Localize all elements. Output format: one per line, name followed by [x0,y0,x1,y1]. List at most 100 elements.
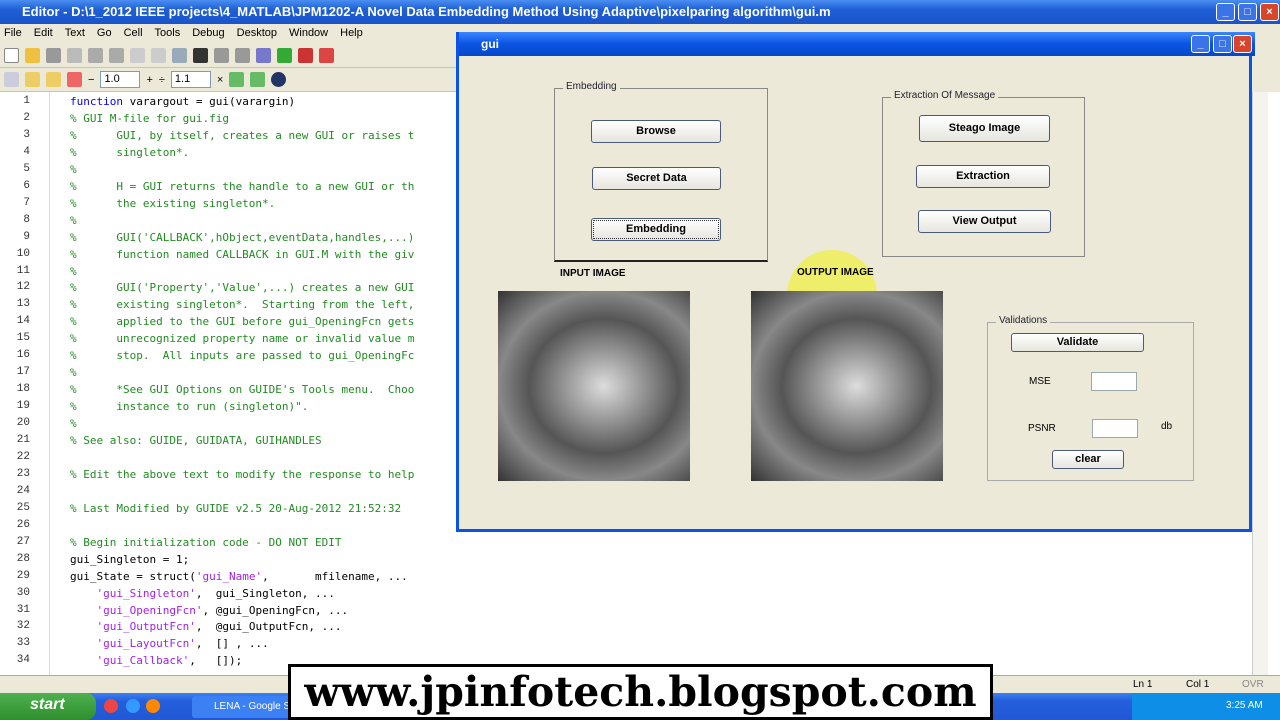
run-icon[interactable] [277,48,292,63]
forward-icon[interactable] [235,48,250,63]
breakpoint-icon[interactable] [298,48,313,63]
increment-button[interactable]: + [146,74,152,86]
line-number: 14 [16,315,30,328]
firefox-icon[interactable] [146,699,160,713]
code-line[interactable]: gui_Singleton = 1; [70,553,189,566]
divide-button[interactable]: ÷ [159,74,165,86]
menu-text[interactable]: Text [65,27,85,39]
find-icon[interactable] [193,48,208,63]
menu-go[interactable]: Go [97,27,112,39]
menu-debug[interactable]: Debug [192,27,224,39]
uncomment-icon[interactable] [250,72,266,87]
start-button[interactable]: start [0,693,96,720]
minimize-button[interactable]: _ [1216,3,1235,21]
mse-field[interactable] [1091,372,1137,391]
new-file-icon[interactable] [4,48,19,63]
menu-tools[interactable]: Tools [155,27,181,39]
cut-icon[interactable] [67,48,82,63]
column-indicator: Col 1 [1186,679,1210,690]
code-line[interactable]: % the existing singleton*. [70,197,275,210]
psnr-field[interactable] [1092,419,1138,438]
browse-button[interactable]: Browse [591,120,721,143]
cell-mode-icon[interactable] [4,72,19,87]
copy-icon[interactable] [88,48,103,63]
code-line[interactable]: % [70,366,77,379]
code-line[interactable]: % Begin initialization code - DO NOT EDI… [70,536,342,549]
secret-data-button[interactable]: Secret Data [592,167,721,190]
close-button[interactable]: × [1260,3,1279,21]
code-line[interactable]: % singleton*. [70,146,189,159]
stego-image-button[interactable]: Steago Image [919,115,1050,142]
code-line[interactable]: 'gui_Singleton', gui_Singleton, ... [70,587,335,600]
code-line[interactable]: % applied to the GUI before gui_OpeningF… [70,315,414,328]
menu-file[interactable]: File [4,27,22,39]
eval-cell-icon[interactable] [46,72,61,87]
overwrite-indicator: OVR [1242,679,1264,690]
code-line[interactable]: 'gui_OpeningFcn', @gui_OpeningFcn, ... [70,604,349,617]
code-line[interactable]: % See also: GUIDE, GUIDATA, GUIHANDLES [70,434,322,447]
function-icon[interactable] [256,48,271,63]
line-number: 33 [16,637,30,650]
code-line[interactable]: % GUI('CALLBACK',hObject,eventData,handl… [70,231,414,244]
line-number: 2 [23,111,30,124]
decrement-button[interactable]: − [88,74,94,86]
menu-desktop[interactable]: Desktop [237,27,277,39]
clear-button[interactable]: clear [1052,450,1124,469]
ie-icon[interactable] [126,699,140,713]
open-folder-icon[interactable] [25,48,40,63]
info-icon[interactable] [271,72,287,87]
code-line[interactable]: % Last Modified by GUIDE v2.5 20-Aug-201… [70,502,401,515]
extraction-button[interactable]: Extraction [916,165,1050,188]
line-number: 9 [23,230,30,243]
gui-minimize-button[interactable]: _ [1191,35,1210,53]
code-line[interactable]: % instance to run (singleton)". [70,400,308,413]
paste-icon[interactable] [109,48,124,63]
code-line[interactable]: % GUI M-file for gui.fig [70,112,229,125]
code-line[interactable]: function varargout = gui(varargin) [70,95,295,108]
gui-close-button[interactable]: × [1233,35,1252,53]
code-line[interactable]: % unrecognized property name or invalid … [70,332,414,345]
code-line[interactable]: % Edit the above text to modify the resp… [70,468,414,481]
code-line[interactable]: 'gui_LayoutFcn', [] , ... [70,637,269,650]
code-line[interactable]: % GUI('Property','Value',...) creates a … [70,281,414,294]
line-number: 1 [23,95,30,107]
clear-breakpoints-icon[interactable] [319,48,334,63]
line-number: 7 [23,196,30,209]
comment-icon[interactable] [229,72,245,87]
chrome-icon[interactable] [104,699,118,713]
print-icon[interactable] [172,48,187,63]
code-line[interactable]: % [70,214,77,227]
menu-cell[interactable]: Cell [124,27,143,39]
eval-advance-icon[interactable] [67,72,82,87]
insert-cell-icon[interactable] [25,72,40,87]
save-icon[interactable] [46,48,61,63]
menu-edit[interactable]: Edit [34,27,53,39]
code-line[interactable]: 'gui_Callback', []); [70,654,243,667]
divide-value-input[interactable]: 1.1 [170,71,211,88]
code-line[interactable]: gui_State = struct('gui_Name', mfilename… [70,570,408,583]
code-line[interactable]: % function named CALLBACK in GUI.M with … [70,248,414,261]
gui-maximize-button[interactable]: □ [1213,35,1232,53]
menu-help[interactable]: Help [340,27,363,39]
code-line[interactable]: 'gui_OutputFcn', @gui_OutputFcn, ... [70,620,342,633]
validate-button[interactable]: Validate [1011,333,1144,352]
increment-value-input[interactable]: 1.0 [100,71,141,88]
code-line[interactable]: % [70,163,77,176]
maximize-button[interactable]: □ [1238,3,1257,21]
code-line[interactable]: % GUI, by itself, creates a new GUI or r… [70,129,414,142]
embedding-button[interactable]: Embedding [591,218,721,241]
undo-icon[interactable] [130,48,145,63]
vertical-scrollbar[interactable] [1252,92,1268,675]
code-line[interactable]: % [70,417,77,430]
view-output-button[interactable]: View Output [918,210,1051,233]
code-line[interactable]: % *See GUI Options on GUIDE's Tools menu… [70,383,414,396]
menu-window[interactable]: Window [289,27,328,39]
redo-icon[interactable] [151,48,166,63]
multiply-button[interactable]: × [217,74,223,86]
code-line[interactable]: % H = GUI returns the handle to a new GU… [70,180,414,193]
clock: 3:25 AM [1226,700,1263,711]
code-line[interactable]: % stop. All inputs are passed to gui_Ope… [70,349,414,362]
back-icon[interactable] [214,48,229,63]
code-line[interactable]: % existing singleton*. Starting from the… [70,298,414,311]
code-line[interactable]: % [70,265,77,278]
